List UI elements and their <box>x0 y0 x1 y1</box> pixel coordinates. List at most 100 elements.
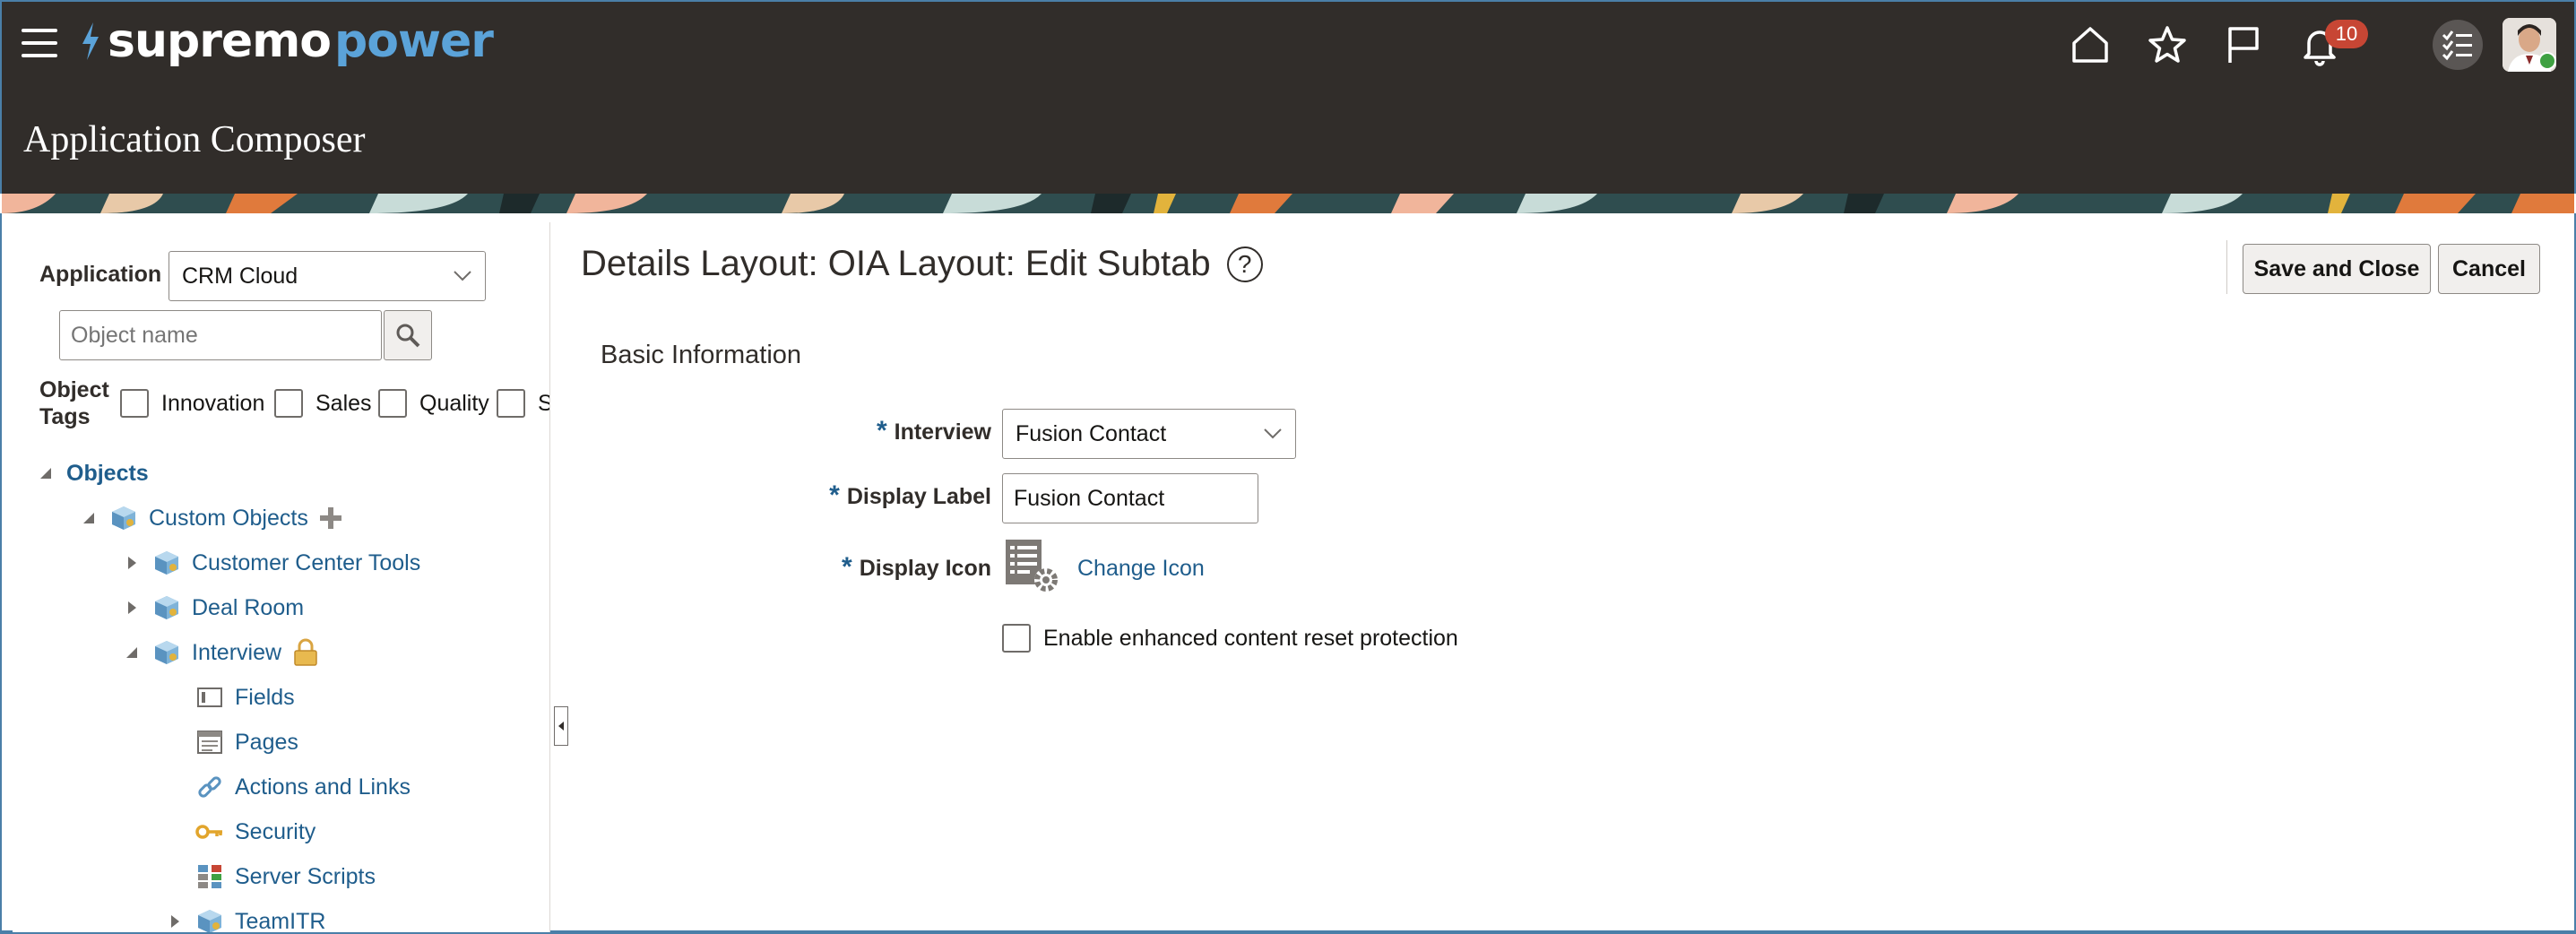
object-navigator-panel: Application CRM Cloud Object Tags Innova… <box>13 222 550 932</box>
tag-label: S <box>538 391 549 417</box>
toolbar-divider <box>2226 240 2227 294</box>
required-marker: * <box>829 480 840 510</box>
interview-label: * Interview <box>758 416 991 446</box>
display-icon-label-text: Display Icon <box>859 556 991 581</box>
tree-label-security[interactable]: Security <box>235 819 316 845</box>
section-title-basic-information: Basic Information <box>601 341 802 369</box>
expand-triangle-icon[interactable] <box>120 596 143 619</box>
tree-node-deal-room[interactable]: Deal Room <box>120 590 304 626</box>
required-marker: * <box>842 552 852 582</box>
flag-icon[interactable] <box>2216 18 2269 72</box>
tag-label: Innovation <box>161 390 265 416</box>
display-icon-label: * Display Icon <box>758 552 991 583</box>
brand-name-part1: supremo <box>108 14 332 68</box>
tree-node-custom-objects[interactable]: Custom Objects <box>77 500 344 536</box>
display-label-label-text: Display Label <box>846 484 991 509</box>
decorative-banner <box>2 194 2574 213</box>
collapse-triangle-icon[interactable] <box>34 462 57 485</box>
collapse-panel-handle[interactable] <box>554 706 568 746</box>
collapse-triangle-icon[interactable] <box>120 641 143 664</box>
interview-select[interactable]: Fusion Contact <box>1002 409 1296 459</box>
tag-sales[interactable]: Sales <box>274 389 372 418</box>
frame-border-left <box>0 213 2 934</box>
enhanced-protection-label: Enable enhanced content reset protection <box>1043 625 1458 651</box>
list-settings-icon <box>1004 538 1061 595</box>
tree-node-pages[interactable]: Pages <box>195 724 298 760</box>
application-select[interactable]: CRM Cloud <box>169 251 486 301</box>
help-icon[interactable]: ? <box>1226 246 1263 282</box>
global-header: supremo power Application Composer 10 <box>0 0 2576 194</box>
fields-icon <box>195 683 224 712</box>
star-icon[interactable] <box>2140 18 2194 72</box>
tree-node-server-scripts[interactable]: Server Scripts <box>195 859 376 895</box>
tag-checkbox[interactable] <box>378 389 407 418</box>
tag-innovation[interactable]: Innovation <box>120 389 264 418</box>
tree-label-deal-room[interactable]: Deal Room <box>192 595 304 621</box>
expand-triangle-icon[interactable] <box>120 551 143 575</box>
app-title: Application Composer <box>23 119 366 160</box>
pages-icon <box>195 728 224 757</box>
cube-icon <box>152 593 181 622</box>
bolt-icon <box>82 22 99 60</box>
search-icon <box>396 324 420 348</box>
expand-triangle-icon[interactable] <box>163 910 186 932</box>
object-name-search-input[interactable] <box>59 310 382 360</box>
search-button[interactable] <box>384 310 432 360</box>
tag-label: Quality <box>419 390 489 416</box>
tree-label-interview[interactable]: Interview <box>192 640 281 666</box>
tree-node-security[interactable]: Security <box>195 814 316 850</box>
tree-label-pages[interactable]: Pages <box>235 730 298 756</box>
application-label: Application <box>39 262 162 287</box>
add-icon[interactable] <box>317 505 344 532</box>
save-and-close-button[interactable]: Save and Close <box>2243 244 2431 294</box>
interview-label-text: Interview <box>894 419 991 445</box>
change-icon-link[interactable]: Change Icon <box>1077 556 1205 582</box>
display-label-label: * Display Label <box>758 480 991 511</box>
tag-s[interactable]: S <box>497 389 549 418</box>
tree-label-customer-center-tools[interactable]: Customer Center Tools <box>192 550 420 576</box>
home-icon[interactable] <box>2063 18 2117 72</box>
enhanced-protection-checkbox[interactable] <box>1002 624 1031 653</box>
page-title: Details Layout: OIA Layout: Edit Subtab … <box>581 244 1263 284</box>
chevron-down-icon <box>1264 428 1282 439</box>
cube-icon <box>195 907 224 932</box>
tree-label-server-scripts[interactable]: Server Scripts <box>235 864 376 890</box>
key-icon <box>195 817 224 846</box>
tree-node-customer-center-tools[interactable]: Customer Center Tools <box>120 545 420 581</box>
tree-node-fields[interactable]: Fields <box>195 679 295 715</box>
tree-node-objects[interactable]: Objects <box>34 455 149 491</box>
server-scripts-icon <box>195 862 224 891</box>
interview-select-value: Fusion Contact <box>1016 420 1167 446</box>
cube-icon <box>109 504 138 532</box>
lock-icon <box>292 638 319 667</box>
display-label-input[interactable] <box>1002 473 1258 523</box>
tree-node-interview[interactable]: Interview <box>120 635 319 670</box>
tag-checkbox[interactable] <box>497 389 525 418</box>
tag-checkbox[interactable] <box>120 389 149 418</box>
collapse-left-icon <box>558 722 564 731</box>
tree-label-teamitr[interactable]: TeamITR <box>235 909 325 933</box>
menu-icon[interactable] <box>22 29 57 59</box>
page-title-text: Details Layout: OIA Layout: Edit Subtab <box>581 244 1211 283</box>
cube-icon <box>152 638 181 667</box>
tag-quality[interactable]: Quality <box>378 389 489 418</box>
tree-label-actions-and-links[interactable]: Actions and Links <box>235 774 411 800</box>
tree-node-teamitr[interactable]: TeamITR <box>163 904 325 932</box>
cube-icon <box>152 549 181 577</box>
tree-node-actions-and-links[interactable]: Actions and Links <box>195 769 411 805</box>
tag-checkbox[interactable] <box>274 389 303 418</box>
presence-indicator <box>2538 52 2556 70</box>
required-marker: * <box>876 416 887 445</box>
enhanced-content-reset-protection-option[interactable]: Enable enhanced content reset protection <box>1002 624 1458 653</box>
tree-label-objects[interactable]: Objects <box>66 461 149 487</box>
cancel-button[interactable]: Cancel <box>2438 244 2540 294</box>
brand-logo[interactable]: supremo power <box>77 14 494 68</box>
tree-label-fields[interactable]: Fields <box>235 685 295 711</box>
tree-label-custom-objects[interactable]: Custom Objects <box>149 506 308 532</box>
object-tags-label-line1: Object <box>39 377 109 402</box>
tag-label: Sales <box>316 390 372 416</box>
tasks-icon[interactable] <box>2433 20 2483 70</box>
collapse-triangle-icon[interactable] <box>77 506 100 530</box>
chevron-down-icon <box>454 271 471 281</box>
application-select-value: CRM Cloud <box>182 263 298 289</box>
